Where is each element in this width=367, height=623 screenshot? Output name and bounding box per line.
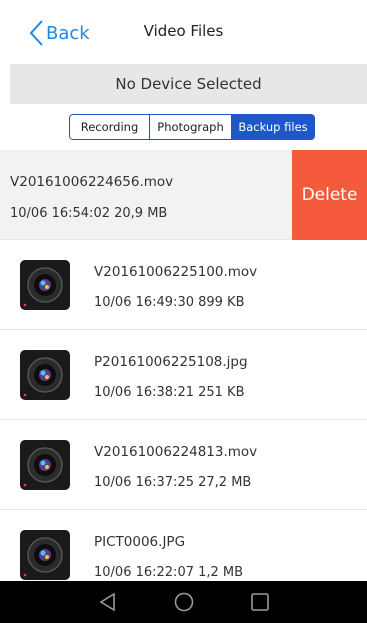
file-meta: 10/06 16:38:21 251 KB xyxy=(94,385,245,400)
file-meta: 10/06 16:49:30 899 KB xyxy=(94,295,245,310)
file-meta: 10/06 16:37:25 27,2 MB xyxy=(94,475,252,490)
file-name: V20161006224813.mov xyxy=(94,444,258,460)
home-circle-icon[interactable] xyxy=(172,590,196,614)
page-title: Video Files xyxy=(143,22,224,40)
file-name: V20161006225100.mov xyxy=(94,264,258,280)
tab-recording[interactable]: Recording xyxy=(70,115,150,139)
tab-photograph[interactable]: Photograph xyxy=(150,115,232,139)
file-type-tabs: Recording Photograph Backup files xyxy=(69,114,315,140)
list-item[interactable]: P20161006225108.jpg 10/06 16:38:21 251 K… xyxy=(0,330,367,420)
delete-button[interactable]: Delete xyxy=(292,150,367,240)
file-name: V20161006224656.mov xyxy=(10,174,174,190)
file-meta: 10/06 16:54:02 20,9 MB xyxy=(10,206,168,221)
camera-lens-icon xyxy=(20,350,70,400)
list-item[interactable]: V20161006225100.mov 10/06 16:49:30 899 K… xyxy=(0,240,367,330)
back-triangle-icon[interactable] xyxy=(96,590,120,614)
list-item[interactable]: V20161006224813.mov 10/06 16:37:25 27,2 … xyxy=(0,420,367,510)
system-nav-bar xyxy=(0,581,367,623)
list-item[interactable]: V20161006224656.mov 10/06 16:54:02 20,9 … xyxy=(0,150,367,240)
file-meta: 10/06 16:22:07 1,2 MB xyxy=(94,565,244,580)
file-name: PICT0006.JPG xyxy=(94,534,186,550)
file-list: V20161006224656.mov 10/06 16:54:02 20,9 … xyxy=(0,150,367,581)
file-name: P20161006225108.jpg xyxy=(94,354,248,370)
recents-square-icon[interactable] xyxy=(248,590,272,614)
camera-lens-icon xyxy=(20,440,70,490)
list-item[interactable]: PICT0006.JPG 10/06 16:22:07 1,2 MB xyxy=(0,510,367,581)
device-status-text: No Device Selected xyxy=(115,75,262,93)
device-status-bar: No Device Selected xyxy=(10,64,367,104)
camera-lens-icon xyxy=(20,530,70,580)
camera-lens-icon xyxy=(20,260,70,310)
tab-backup-files[interactable]: Backup files xyxy=(232,115,314,139)
app-header: Back Video Files xyxy=(0,0,367,64)
